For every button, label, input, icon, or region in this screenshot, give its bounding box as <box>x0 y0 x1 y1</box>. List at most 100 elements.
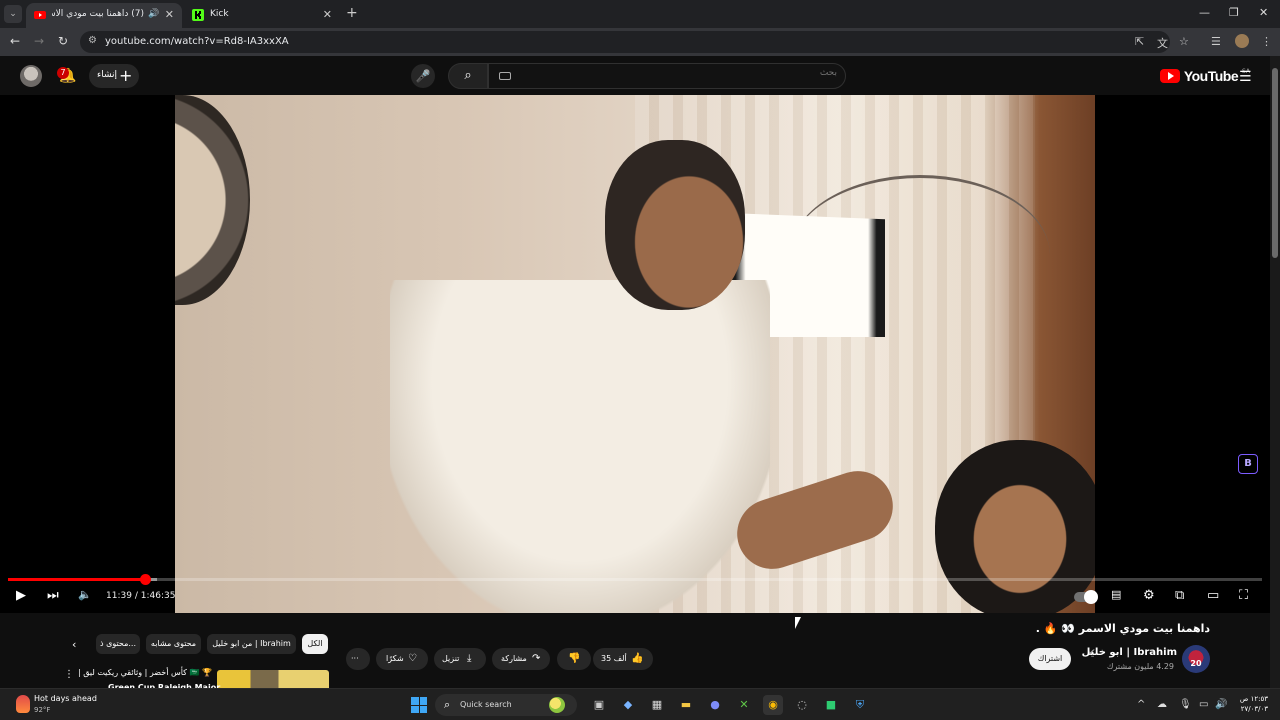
theater-mode-icon[interactable]: ▭ <box>1207 588 1219 603</box>
download-button[interactable]: تنزيل ⤓ <box>434 648 486 670</box>
chip-from-channel[interactable]: من ابو خليل | Ibrahim <box>207 634 296 654</box>
tab-youtube[interactable]: (7) داهمنا بيت مودي الاسمر 🔊 ✕ <box>26 3 182 28</box>
screen: ⌄ (7) داهمنا بيت مودي الاسمر 🔊 ✕ Kick ✕ … <box>0 0 1280 720</box>
weather-title[interactable]: Hot days ahead <box>34 694 97 703</box>
chrome-icon[interactable]: ◉ <box>763 695 783 715</box>
logo-text: YouTube <box>1183 68 1239 84</box>
like-count: 35 ألف <box>601 654 627 663</box>
youtube-play-logo-icon <box>1160 69 1180 83</box>
thumbs-up-icon: 👍 <box>631 653 644 664</box>
close-tab-icon[interactable]: ✕ <box>165 8 174 21</box>
profile-avatar[interactable] <box>1235 34 1249 48</box>
onedrive-cloud-icon[interactable]: ☁ <box>1157 699 1167 710</box>
copilot-icon[interactable]: ◆ <box>618 695 638 715</box>
like-button[interactable]: 35 ألف 👍 <box>593 648 653 670</box>
more-actions-button[interactable]: ··· <box>346 648 370 670</box>
account-avatar[interactable] <box>20 65 42 87</box>
fullscreen-icon[interactable]: ⛶ <box>1239 588 1248 603</box>
taskbar-clock[interactable]: ١٢:٥٣ ص ٢٧/٠٣/٠٣ <box>1236 694 1268 714</box>
search-input[interactable] <box>537 68 837 78</box>
task-view-icon[interactable]: ▣ <box>589 695 609 715</box>
video-frame[interactable] <box>175 95 1095 613</box>
microphone-icon[interactable]: 🎙 <box>1179 699 1192 710</box>
progress-bar[interactable] <box>8 574 1262 585</box>
site-info-icon[interactable]: ⚙ <box>88 35 97 46</box>
chip-content[interactable]: محتوى ذ... <box>96 634 140 654</box>
recommendation-title[interactable]: 🏆 🇸🇦 كأس أخضر | وثائقي ريكيت ليق | <box>78 668 212 677</box>
clock-date: ٢٧/٠٣/٠٣ <box>1240 705 1268 713</box>
time-display: 11:39 / 1:46:35 <box>106 591 175 601</box>
share-arrow-icon: ↷ <box>532 653 541 664</box>
search-icon: ⌕ <box>464 68 472 83</box>
recommendation-menu-icon[interactable]: ⋮ <box>64 669 74 680</box>
video-title: داهمنا بيت مودي الاسمر 👀 🔥 . <box>1035 622 1210 635</box>
chip-similar[interactable]: محتوى مشابه <box>146 634 201 654</box>
kick-app-icon[interactable]: ■ <box>821 695 841 715</box>
search-icon: ⌕ <box>444 698 451 711</box>
show-hidden-icons-icon[interactable]: ^ <box>1137 699 1145 710</box>
reload-icon[interactable]: ↻ <box>58 34 68 48</box>
super-thanks-icon: ♡ <box>408 653 417 664</box>
back-icon[interactable]: ← <box>10 34 20 48</box>
new-tab-icon[interactable]: + <box>346 5 358 21</box>
dislike-button[interactable]: 👎 <box>557 648 591 670</box>
volume-icon[interactable]: 🔈 <box>78 588 92 601</box>
wall-clock-scene <box>175 95 250 305</box>
scrubber-handle[interactable] <box>139 574 151 585</box>
file-explorer-icon[interactable]: ▬ <box>676 695 696 715</box>
next-video-icon[interactable]: ⏭ <box>47 588 59 603</box>
taskbar-search[interactable]: ⌕ Quick search <box>435 694 577 716</box>
share-button[interactable]: مشاركة ↷ <box>492 648 550 670</box>
scrollbar-thumb[interactable] <box>1272 68 1278 258</box>
channel-avatar[interactable]: 20 <box>1182 645 1210 673</box>
close-tab-icon[interactable]: ✕ <box>323 8 332 21</box>
minimize-icon[interactable]: — <box>1199 6 1210 19</box>
bookmark-star-icon[interactable]: ☆ <box>1179 35 1189 48</box>
create-button[interactable]: إنشاء + <box>89 64 139 88</box>
chips-previous-icon[interactable]: ‹ <box>72 638 76 651</box>
browser-menu-icon[interactable]: ⋮ <box>1261 35 1272 48</box>
man-head-scene <box>605 140 745 310</box>
address-bar[interactable]: ⚙ youtube.com/watch?v=Rd8-IA3xxXA <box>80 31 1170 53</box>
video-player[interactable]: ▶ ⏭ 🔈 11:39 / 1:46:35 ▤ ⚙ ⧉ ▭ ⛶ <box>0 95 1270 613</box>
weather-temperature: 92°F <box>34 706 51 714</box>
guide-menu-icon[interactable]: ☰ <box>1239 69 1252 85</box>
notification-count-badge: 7 <box>57 67 69 79</box>
xbox-icon[interactable]: ✕ <box>734 695 754 715</box>
chip-all[interactable]: الكل <box>302 634 328 654</box>
speaker-icon[interactable]: 🔊 <box>1215 699 1227 710</box>
channel-watermark[interactable]: B <box>1238 454 1258 474</box>
subtitles-icon[interactable]: ▤ <box>1111 588 1121 601</box>
url-text: youtube.com/watch?v=Rd8-IA3xxXA <box>105 36 289 47</box>
autoplay-toggle[interactable] <box>1074 590 1098 604</box>
search-box[interactable] <box>488 63 846 89</box>
network-icon[interactable]: ▭ <box>1199 699 1208 710</box>
restore-icon[interactable]: ❐ <box>1229 6 1239 19</box>
weather-icon[interactable] <box>16 695 30 713</box>
settings-gear-icon[interactable]: ⚙ <box>1143 588 1155 603</box>
channel-name[interactable]: ابو خليل | Ibrahim <box>1082 647 1177 658</box>
keyboard-icon[interactable] <box>499 72 511 80</box>
translate-icon[interactable]: 文 <box>1157 35 1168 51</box>
search-button[interactable]: ⌕ <box>448 63 488 89</box>
youtube-logo[interactable]: YouTube SA <box>1160 68 1250 84</box>
security-shield-icon[interactable]: ⛨ <box>850 695 870 715</box>
play-icon[interactable]: ▶ <box>16 588 26 603</box>
recommendation-thumbnail[interactable] <box>217 670 329 688</box>
tab-title: Kick <box>210 9 229 19</box>
forward-icon[interactable]: → <box>34 34 44 48</box>
steam-icon[interactable]: ◌ <box>792 695 812 715</box>
subscribe-button[interactable]: اشتراك <box>1029 648 1071 670</box>
audio-playing-icon[interactable]: 🔊 <box>148 9 159 19</box>
store-icon[interactable]: ▦ <box>647 695 667 715</box>
miniplayer-icon[interactable]: ⧉ <box>1175 588 1184 603</box>
thanks-button[interactable]: شكرًا ♡ <box>376 648 428 670</box>
windows-start-icon[interactable] <box>411 697 427 713</box>
tab-kick[interactable]: Kick ✕ <box>184 3 340 28</box>
discord-icon[interactable]: ● <box>705 695 725 715</box>
close-window-icon[interactable]: ✕ <box>1259 6 1268 19</box>
reading-list-icon[interactable]: ☰ <box>1211 35 1221 48</box>
voice-search-mic-icon[interactable]: 🎤 <box>411 64 435 88</box>
tab-list-button[interactable]: ⌄ <box>4 5 22 23</box>
install-app-icon[interactable]: ⇱ <box>1135 35 1144 48</box>
